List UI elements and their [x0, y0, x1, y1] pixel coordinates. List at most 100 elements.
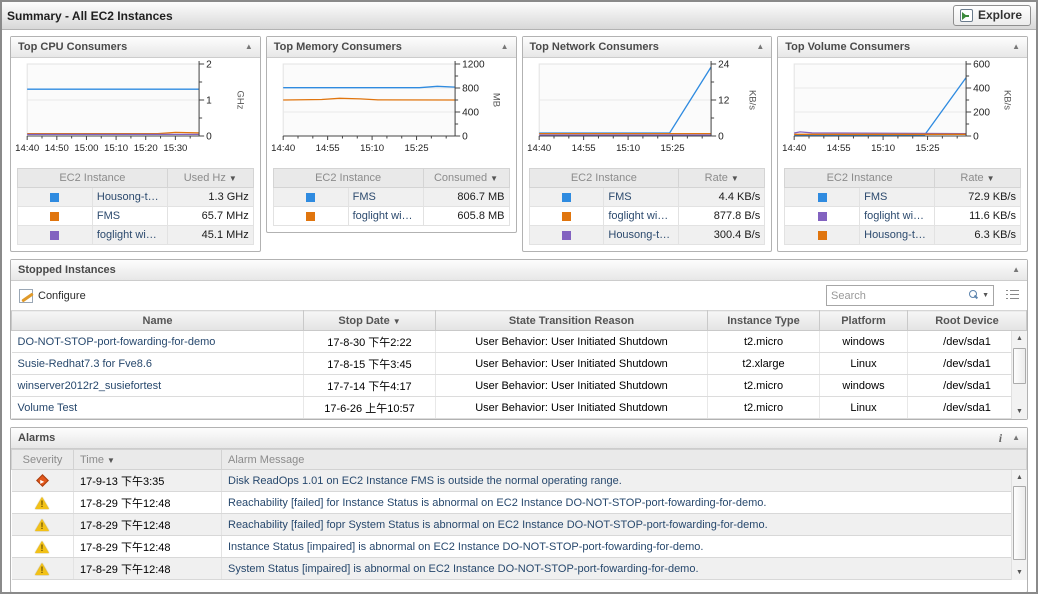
collapse-arrow-icon[interactable]: ▲ [245, 43, 253, 51]
sort-desc-icon: ▼ [392, 316, 401, 326]
scrollbar-track[interactable] [1012, 346, 1027, 404]
collapse-arrow-icon[interactable]: ▲ [501, 43, 509, 51]
column-header-value[interactable]: Rate ▼ [934, 168, 1021, 188]
alarm-row[interactable]: 17-9-13 下午3:35 Disk ReadOps 1.01 on EC2 … [11, 469, 1027, 492]
instance-name[interactable]: foglight windo... [347, 206, 424, 226]
column-header-severity[interactable]: Severity [11, 449, 74, 470]
panel-top-cpu-consumers: Top CPU Consumers ▲ 0 1 2 14:40 14:50 15:00 15… [10, 36, 261, 252]
svg-text:KB/s: KB/s [1002, 90, 1013, 110]
instance-name[interactable]: FMS [859, 187, 935, 207]
instance-name-link[interactable]: DO-NOT-STOP-port-fowarding-for-demo [18, 336, 216, 348]
warning-severity-icon [35, 540, 50, 553]
consumer-row[interactable]: FMS 65.7 MHz [17, 206, 254, 226]
series-color-swatch [50, 230, 60, 240]
instance-name-link[interactable]: Susie-Redhat7.3 for Fve8.6 [18, 358, 153, 370]
column-header-instance[interactable]: EC2 Instance [528, 168, 680, 188]
info-icon[interactable]: i [999, 431, 1002, 446]
consumer-row[interactable]: FMS 4.4 KB/s [528, 187, 766, 207]
scroll-up-icon[interactable]: ▲ [1012, 470, 1027, 485]
stopped-instance-row[interactable]: winserver2012r2_susiefortest 17-7-14 下午4… [11, 374, 1027, 397]
alarm-row[interactable]: 17-8-29 下午12:48 Reachability [failed] fo… [11, 513, 1027, 536]
metric-value: 605.8 MB [422, 206, 510, 226]
column-header-reason[interactable]: State Transition Reason [435, 310, 708, 331]
instance-name[interactable]: foglight window... [859, 206, 935, 226]
svg-text:0: 0 [206, 132, 212, 143]
alarm-row[interactable]: 17-8-29 下午12:48 Instance Status [impaire… [11, 535, 1027, 558]
search-input[interactable] [831, 289, 966, 302]
alarm-row[interactable]: 17-8-29 下午12:48 Reachability [failed] fo… [11, 491, 1027, 514]
stopped-instance-row[interactable]: DO-NOT-STOP-port-fowarding-for-demo 17-8… [11, 330, 1027, 353]
column-header-instance[interactable]: EC2 Instance [784, 168, 935, 188]
alarm-message[interactable]: Disk ReadOps 1.01 on EC2 Instance FMS is… [228, 475, 622, 487]
alarm-message[interactable]: System Status [impaired] is abnormal on … [228, 563, 699, 575]
consumer-row[interactable]: foglight window... 11.6 KB/s [784, 206, 1021, 226]
column-header-alarm-message[interactable]: Alarm Message [221, 449, 1027, 470]
column-customizer-icon[interactable] [1006, 290, 1019, 301]
scroll-down-icon[interactable]: ▼ [1012, 404, 1027, 419]
column-header-value[interactable]: Consumed ▼ [422, 168, 510, 188]
instance-name[interactable]: Housong-test-ap2 [859, 225, 935, 245]
column-header-root-device[interactable]: Root Device [907, 310, 1027, 331]
alarm-message[interactable]: Reachability [failed] fopr System Status… [228, 519, 768, 531]
consumer-row[interactable]: Housong-test-ap2 6.3 KB/s [784, 225, 1021, 245]
svg-text:1: 1 [206, 96, 212, 107]
collapse-arrow-icon[interactable]: ▲ [1012, 43, 1020, 51]
instance-name[interactable]: Housong-test-ap2 [91, 187, 168, 207]
panel-header: Top Memory Consumers ▲ [266, 37, 516, 58]
consumer-row[interactable]: Housong-test-ap2 300.4 B/s [528, 225, 766, 245]
scroll-down-icon[interactable]: ▼ [1012, 565, 1027, 580]
alarm-message[interactable]: Instance Status [impaired] is abnormal o… [228, 541, 703, 553]
vertical-scrollbar[interactable]: ▲ ▼ [1011, 331, 1027, 419]
instance-name[interactable]: foglight window... [603, 206, 680, 226]
configure-button[interactable]: Configure [19, 288, 86, 303]
column-header-instance[interactable]: EC2 Instance [272, 168, 424, 188]
explore-icon [959, 8, 973, 22]
search-options-chevron-icon[interactable]: ▼ [982, 292, 989, 299]
stopped-instance-row[interactable]: Susie-Redhat7.3 for Fve8.6 17-8-15 下午3:4… [11, 352, 1027, 375]
collapse-arrow-icon[interactable]: ▲ [1012, 266, 1020, 274]
svg-text:200: 200 [973, 108, 990, 119]
consumer-row[interactable]: foglight windo... 605.8 MB [272, 206, 510, 226]
explore-button[interactable]: Explore [952, 5, 1031, 26]
scroll-up-icon[interactable]: ▲ [1012, 331, 1027, 346]
consumer-row[interactable]: foglight window... 45.1 MHz [17, 225, 254, 245]
alarm-row[interactable]: 17-8-29 下午12:48 System Status [impaired]… [11, 557, 1027, 580]
svg-text:14:50: 14:50 [45, 143, 69, 154]
scrollbar-thumb[interactable] [1013, 486, 1026, 560]
consumer-row[interactable]: FMS 806.7 MB [272, 187, 510, 207]
collapse-arrow-icon[interactable]: ▲ [1012, 434, 1020, 442]
series-color-swatch [561, 230, 571, 240]
column-header-value[interactable]: Rate ▼ [678, 168, 766, 188]
vertical-scrollbar[interactable]: ▲ ▼ [1011, 470, 1027, 580]
column-header-instance-type[interactable]: Instance Type [707, 310, 820, 331]
consumer-row[interactable]: foglight window... 877.8 B/s [528, 206, 766, 226]
svg-text:400: 400 [462, 108, 479, 119]
panel-title: Top Network Consumers [529, 41, 659, 53]
column-header-name[interactable]: Name [11, 310, 304, 331]
scrollbar-thumb[interactable] [1013, 348, 1026, 384]
instance-name[interactable]: FMS [347, 187, 424, 207]
consumer-row[interactable]: Housong-test-ap2 1.3 GHz [17, 187, 254, 207]
alarm-message[interactable]: Reachability [failed] for Instance Statu… [228, 497, 766, 509]
collapse-arrow-icon[interactable]: ▲ [756, 43, 764, 51]
column-header-platform[interactable]: Platform [819, 310, 908, 331]
instance-name[interactable]: Housong-test-ap2 [603, 225, 680, 245]
panel-title: Top CPU Consumers [18, 41, 128, 53]
stop-date-value: 17-6-26 上午10:57 [303, 396, 436, 419]
series-color-swatch [817, 192, 827, 202]
instance-name-link[interactable]: winserver2012r2_susiefortest [18, 380, 162, 392]
instance-name[interactable]: FMS [603, 187, 680, 207]
column-header-time[interactable]: Time ▼ [73, 449, 222, 470]
stopped-instance-row[interactable]: Volume Test 17-6-26 上午10:57 User Behavio… [11, 396, 1027, 419]
instance-name-link[interactable]: Volume Test [18, 402, 78, 414]
scrollbar-track[interactable] [1012, 485, 1027, 565]
metric-value: 4.4 KB/s [678, 187, 766, 207]
column-header-stop-date[interactable]: Stop Date ▼ [303, 310, 436, 331]
consumer-row[interactable]: FMS 72.9 KB/s [784, 187, 1021, 207]
instance-name[interactable]: FMS [91, 206, 168, 226]
column-header-value[interactable]: Used Hz ▼ [166, 168, 254, 188]
column-header-instance[interactable]: EC2 Instance [17, 168, 168, 188]
instance-name[interactable]: foglight window... [91, 225, 168, 245]
search-icon[interactable] [968, 290, 979, 301]
memory-consumers-table: EC2 Instance Consumed ▼ FMS 806.7 MB fog… [272, 168, 510, 226]
